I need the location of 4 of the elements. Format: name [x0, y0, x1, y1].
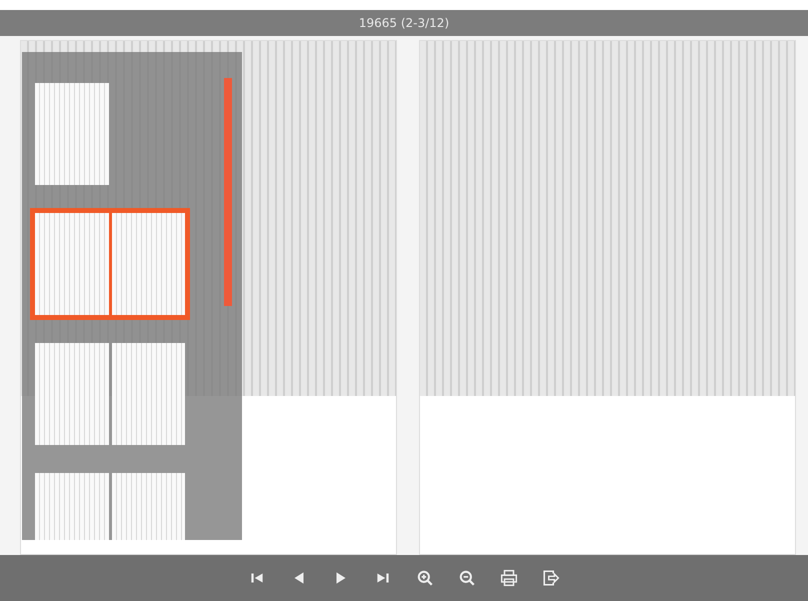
window-title: 19665 (2-3/12)	[358, 16, 450, 30]
printer-icon[interactable]	[498, 567, 520, 589]
scrollbar-thumb[interactable]	[224, 78, 232, 306]
page-thumbnail[interactable]	[30, 208, 190, 320]
